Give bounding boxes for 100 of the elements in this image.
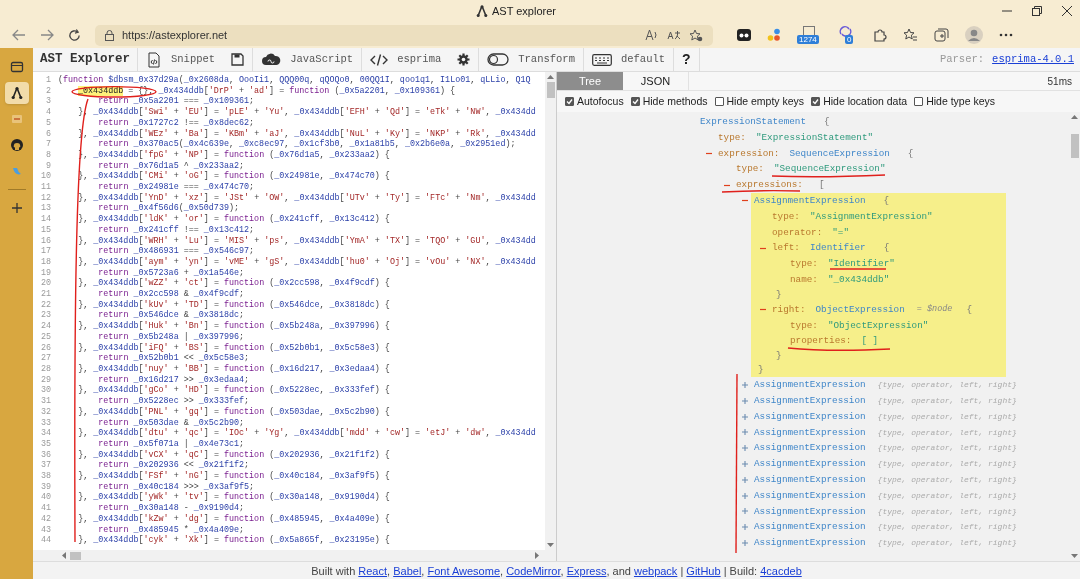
line-number: 31 [39, 396, 52, 407]
line-number: 36 [39, 449, 52, 461]
expand-icon[interactable] [742, 524, 748, 531]
tabs-icon [9, 60, 24, 74]
scroll-thumb[interactable] [70, 551, 81, 560]
checkbox[interactable] [565, 97, 574, 106]
scroll-down-icon[interactable] [1071, 553, 1078, 559]
expand-icon[interactable] [742, 429, 748, 436]
sidebar-button[interactable] [4, 82, 29, 104]
property-key[interactable]: left: [772, 240, 800, 257]
restore-icon[interactable] [1032, 6, 1042, 16]
scroll-right-icon[interactable] [534, 552, 540, 559]
collapse-icon[interactable] [706, 151, 712, 156]
footer-link[interactable]: Font Awesome [427, 565, 500, 577]
checkbox[interactable] [914, 97, 924, 106]
view-tab[interactable]: Tree [557, 72, 623, 90]
line-number: 12 [39, 192, 52, 204]
expand-icon[interactable] [742, 382, 748, 389]
collapse-icon[interactable] [724, 182, 730, 188]
node-type[interactable]: AssignmentExpression [754, 471, 866, 488]
puzzle-icon[interactable] [873, 28, 887, 42]
scroll-thumb[interactable] [546, 82, 555, 98]
scroll-up-icon[interactable] [1071, 114, 1078, 120]
close-icon[interactable] [1062, 6, 1072, 16]
expand-icon[interactable] [742, 540, 748, 546]
property-key: type: [790, 256, 818, 272]
property-value: "_0x434ddb" [827, 272, 890, 287]
code-line: }, _0x434ddb['WRH' + 'Lu'] = 'MIS' + 'ps', _0x434ddb['YmA' + 'TX'] = 'TQO' + 'GU', _0x434dd [77, 235, 536, 247]
scroll-thumb[interactable] [1070, 134, 1079, 158]
extension-icon[interactable] [737, 29, 751, 41]
vertical-scrollbar[interactable] [545, 72, 556, 550]
refresh-icon[interactable] [68, 28, 81, 42]
footer-link[interactable]: GitHub [686, 565, 721, 577]
collapse-icon[interactable] [742, 198, 748, 204]
favorites-icon[interactable] [903, 28, 918, 42]
expand-icon[interactable] [742, 397, 748, 404]
footer-link[interactable]: webpack [633, 565, 678, 577]
expand-icon[interactable] [742, 508, 748, 515]
node-type[interactable]: AssignmentExpression [754, 377, 866, 393]
expand-icon[interactable] [742, 461, 748, 468]
parser-link[interactable]: esprima-4.0.1 [992, 51, 1074, 68]
property-key: type: [772, 208, 800, 225]
expand-icon[interactable] [742, 492, 748, 499]
read-aloud-icon[interactable] [645, 29, 659, 41]
tab-title[interactable]: AST explorer [492, 2, 556, 20]
footer-link[interactable]: 4cacdeb [760, 565, 802, 577]
scroll-down-icon[interactable] [547, 542, 554, 548]
expand-icon[interactable] [742, 445, 748, 452]
node-type[interactable]: AssignmentExpression [754, 193, 866, 209]
vertical-scrollbar[interactable] [1069, 112, 1080, 561]
node-type[interactable]: AssignmentExpression [754, 424, 866, 441]
node-type[interactable]: ExpressionStatement [700, 114, 806, 130]
property-key: type: [718, 129, 746, 146]
profile-avatar-icon[interactable] [965, 26, 983, 44]
node-type[interactable]: AssignmentExpression [754, 535, 866, 551]
node-type[interactable]: ObjectExpression [815, 301, 905, 318]
bracket: } [757, 363, 765, 378]
node-type[interactable]: AssignmentExpression [754, 503, 866, 520]
node-type[interactable]: Identifier [809, 240, 866, 257]
forward-icon[interactable] [40, 29, 54, 41]
node-type[interactable]: AssignmentExpression [754, 487, 866, 504]
node-type[interactable]: AssignmentExpression [754, 519, 866, 536]
property-key[interactable]: expressions: [736, 177, 803, 193]
help-button[interactable]: ? [674, 49, 699, 70]
address-bar[interactable]: https://astexplorer.net [95, 24, 713, 46]
collapse-icon[interactable] [760, 307, 766, 313]
node-type[interactable]: SequenceExpression [789, 145, 890, 162]
expand-icon[interactable] [742, 413, 748, 420]
expand-icon[interactable] [742, 476, 748, 483]
footer-link[interactable]: CodeMirror [506, 565, 561, 577]
toolbar-menu-button[interactable]: default [583, 48, 674, 71]
toolbar-menu-button[interactable]: Transform [479, 48, 583, 71]
favorite-add-icon[interactable] [689, 28, 703, 42]
scroll-up-icon[interactable] [547, 74, 554, 80]
checkbox[interactable] [811, 97, 821, 106]
translate-icon[interactable] [667, 29, 681, 41]
collapse-icon[interactable] [760, 245, 766, 251]
option-label: Hide empty keys [726, 93, 805, 109]
horizontal-scrollbar[interactable] [33, 550, 556, 561]
more-icon[interactable] [999, 33, 1013, 37]
node-type[interactable]: AssignmentExpression [754, 440, 866, 457]
node-type[interactable]: AssignmentExpression [754, 392, 866, 409]
bracket: } [775, 287, 783, 302]
node-type[interactable]: AssignmentExpression [754, 456, 866, 472]
property-key[interactable]: right: [772, 301, 806, 318]
code-line: }, _0x434ddb['Swi' + 'EU'] = 'pLE' + 'Yu', _0x434ddb['EFH' + 'Qd'] = 'eTk' + 'NW', _0x434dd [77, 107, 536, 118]
toolbar-menu-button[interactable]: Snippet [138, 48, 224, 71]
line-number: 23 [39, 310, 52, 322]
back-icon[interactable] [12, 29, 26, 41]
property-value: "ExpressionStatement" [755, 130, 874, 145]
toolbar-menu-button[interactable]: JavaScript [253, 48, 362, 71]
collections-icon[interactable] [934, 28, 949, 42]
checkbox[interactable] [714, 97, 724, 106]
toolbar-menu-button[interactable]: esprima [362, 48, 450, 71]
code-editor[interactable] [33, 72, 557, 561]
checkbox[interactable] [630, 97, 640, 106]
scroll-left-icon[interactable] [61, 552, 67, 559]
node-summary: {type, operator, left, right} [877, 473, 1017, 486]
property-key[interactable]: expression: [718, 145, 780, 162]
node-type[interactable]: AssignmentExpression [754, 408, 866, 425]
